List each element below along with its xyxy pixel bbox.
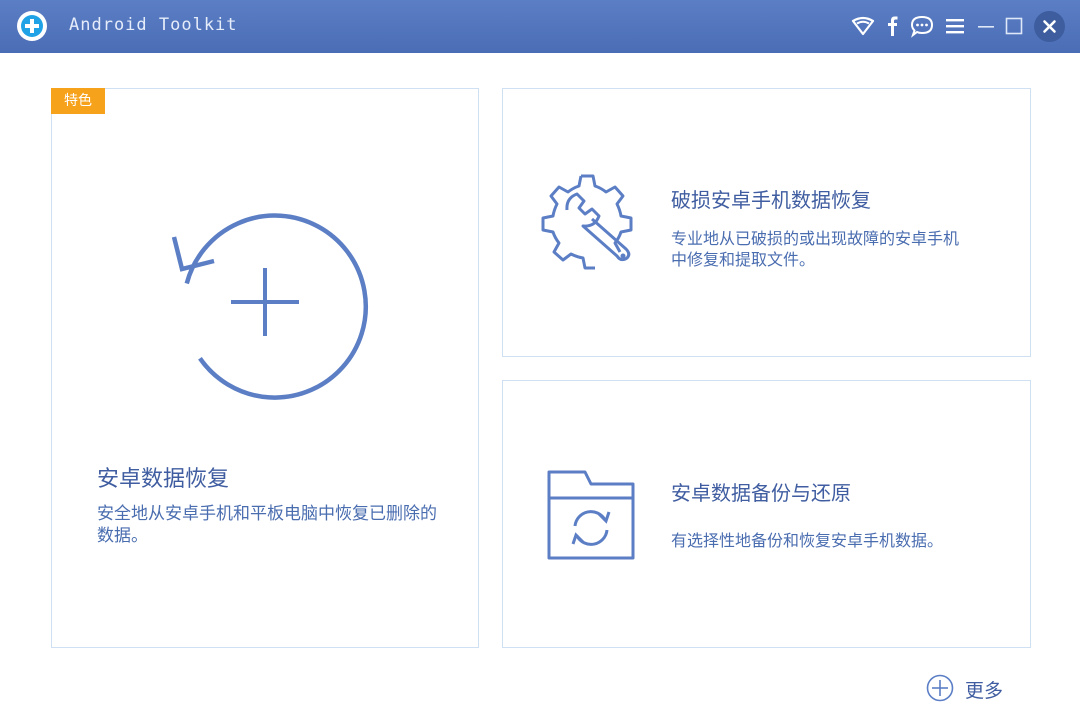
folder-sync-icon [547,470,635,560]
plus-circle-icon [926,674,954,702]
card-title: 破损安卓手机数据恢复 [671,188,871,212]
wifi-icon[interactable] [851,14,875,38]
app-logo-icon [16,10,48,42]
title-bar: Android Toolkit [0,0,1080,53]
card-title: 安卓数据备份与还原 [671,481,851,505]
restore-plus-icon [169,204,369,404]
facebook-icon[interactable] [880,14,904,38]
minimize-icon[interactable] [974,14,998,38]
featured-badge: 特色 [51,88,105,114]
card-description: 专业地从已破损的或出现故障的安卓手机中修复和提取文件。 [671,229,960,269]
maximize-icon[interactable] [1002,14,1026,38]
gear-wrench-icon [539,172,639,272]
menu-icon[interactable] [943,14,967,38]
card-description: 有选择性地备份和恢复安卓手机数据。 [671,531,944,550]
card-android-data-recovery[interactable]: 特色 安卓数据恢复 安全地从安卓手机和平板电脑中恢复已删除的数据。 [51,88,479,648]
card-android-backup-restore[interactable]: 安卓数据备份与还原 有选择性地备份和恢复安卓手机数据。 [502,380,1031,648]
close-icon [1043,20,1056,33]
card-title: 安卓数据恢复 [97,467,230,492]
card-description: 安全地从安卓手机和平板电脑中恢复已删除的数据。 [97,504,437,546]
feedback-icon[interactable] [910,14,934,38]
more-label: 更多 [965,680,1004,702]
card-broken-android-recovery[interactable]: 破损安卓手机数据恢复 专业地从已破损的或出现故障的安卓手机中修复和提取文件。 [502,88,1031,357]
app-title: Android Toolkit [69,15,238,35]
close-button[interactable] [1034,11,1065,42]
